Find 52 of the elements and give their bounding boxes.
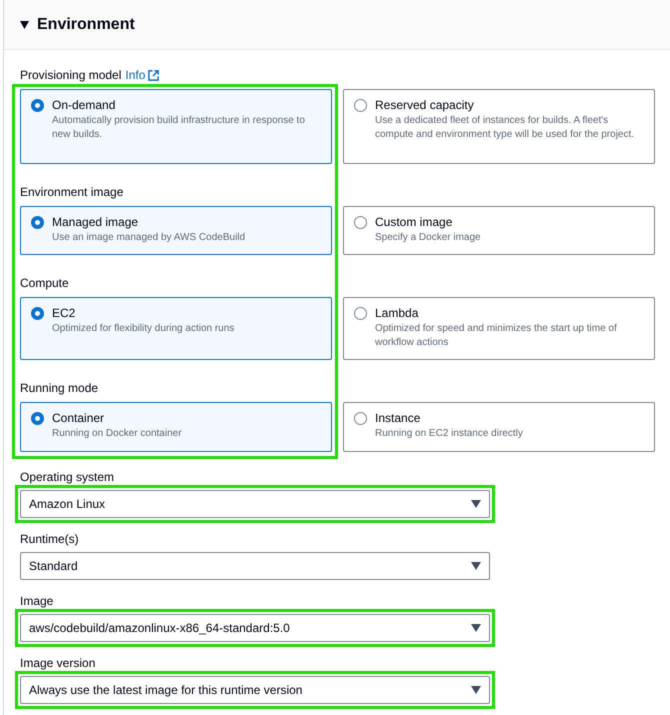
option-description: Use an image managed by AWS CodeBuild <box>52 231 246 245</box>
option-description: Optimized for flexibility during action runs <box>52 322 234 336</box>
option-description: Running on Docker container <box>52 427 182 441</box>
option-title: Container <box>52 410 106 427</box>
field-label: Operating system <box>20 469 116 486</box>
option-description: Use a dedicated fleet of instances for builds. A fleet's compute and environment type will be used for the project. <box>375 114 636 142</box>
option-title: Instance <box>375 410 422 427</box>
radio-button[interactable] <box>354 99 367 112</box>
option-description: Optimized for speed and minimizes the start up time of workflow actions <box>375 322 618 350</box>
group-label: Provisioning model <box>20 67 122 84</box>
select-field[interactable]: Always use the latest image for this runtime version <box>20 676 490 704</box>
caret-icon <box>471 500 481 508</box>
radio-button[interactable] <box>354 412 367 425</box>
option-description: Automatically provision build infrastructure in response to new builds. <box>52 114 306 142</box>
radio-card[interactable]: Instance Running on EC2 instance directly <box>343 402 655 452</box>
option-title: Lambda <box>375 305 420 322</box>
select-field[interactable]: Amazon Linux <box>20 490 490 518</box>
radio-card[interactable]: On-demand Automatically provision build infrastructure in response to new builds. <box>20 89 332 164</box>
field-label: Runtime(s) <box>20 531 80 548</box>
option-title: On-demand <box>52 97 116 114</box>
radio-card[interactable]: Container Running on Docker container <box>20 402 332 452</box>
radio-card[interactable]: EC2 Optimized for flexibility during action runs <box>20 297 332 360</box>
radio-button[interactable] <box>31 216 44 229</box>
group-label: Compute <box>20 275 69 292</box>
panel-header[interactable]: Environment <box>4 0 670 50</box>
radio-button[interactable] <box>31 99 44 112</box>
radio-button[interactable] <box>354 307 367 320</box>
option-title: Custom image <box>375 214 454 231</box>
external-link-icon <box>148 70 160 80</box>
field-label: Image <box>20 593 54 610</box>
caret-icon <box>471 562 481 570</box>
option-description: Specify a Docker image <box>375 231 481 245</box>
option-description: Running on EC2 instance directly <box>375 427 523 441</box>
radio-card[interactable]: Reserved capacity Use a dedicated fleet of instances for builds. A fleet's compute and environment type will be used for the project. <box>343 89 655 164</box>
caret-icon <box>20 20 29 28</box>
field-label: Image version <box>20 655 96 672</box>
info-link[interactable]: Info <box>125 66 160 84</box>
option-title: Reserved capacity <box>375 97 475 114</box>
caret-icon <box>471 686 481 694</box>
radio-card[interactable]: Custom image Specify a Docker image <box>343 206 655 255</box>
radio-button[interactable] <box>31 307 44 320</box>
radio-button[interactable] <box>354 216 367 229</box>
group-label: Environment image <box>20 184 124 201</box>
option-title: EC2 <box>52 305 76 322</box>
group-label: Running mode <box>20 380 98 397</box>
radio-button[interactable] <box>31 412 44 425</box>
radio-card[interactable]: Lambda Optimized for speed and minimizes the start up time of workflow actions <box>343 297 655 360</box>
option-title: Managed image <box>52 214 140 231</box>
select-field[interactable]: aws/codebuild/amazonlinux-x86_64-standard:5.0 <box>20 614 490 642</box>
caret-icon <box>471 624 481 632</box>
select-field[interactable]: Standard <box>20 552 490 580</box>
radio-card[interactable]: Managed image Use an image managed by AWS CodeBuild <box>20 206 332 255</box>
